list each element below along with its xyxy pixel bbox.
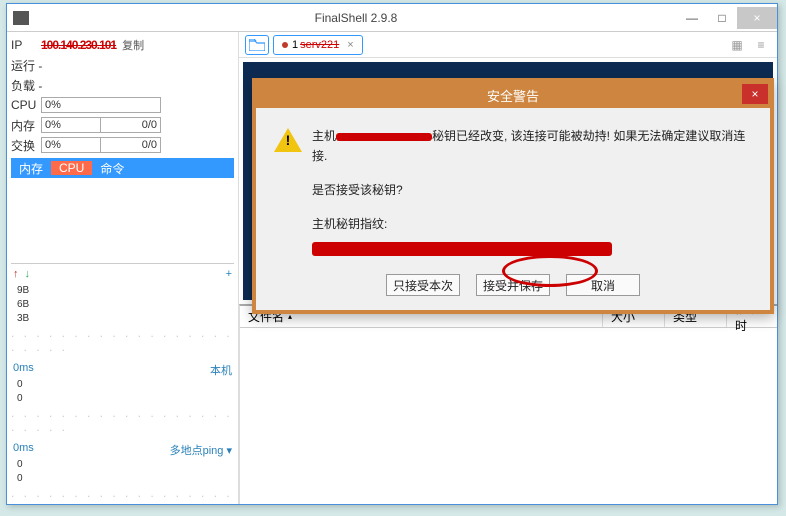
accept-and-save-button[interactable]: 接受并保存 xyxy=(476,274,550,296)
accept-once-button[interactable]: 只接受本次 xyxy=(386,274,460,296)
mem-pct: 0% xyxy=(41,117,101,133)
cpu-chart xyxy=(11,178,234,264)
maximize-button[interactable]: □ xyxy=(707,7,737,29)
window-title: FinalShell 2.9.8 xyxy=(35,11,677,25)
tab-cmd[interactable]: 命令 xyxy=(92,160,132,177)
ping2-label[interactable]: 多地点ping ▾ xyxy=(170,442,232,458)
load-label: 负载 - xyxy=(11,77,42,94)
run-label: 运行 - xyxy=(11,57,42,74)
sidebar-tabs: 内存 CPU 命令 xyxy=(11,158,234,178)
tab-close-button[interactable]: × xyxy=(347,39,353,51)
status-dot-icon xyxy=(282,42,288,48)
ip-label: IP xyxy=(11,38,41,52)
down-arrow-icon: ↓ xyxy=(25,268,31,280)
redacted-host xyxy=(336,133,432,141)
tabbar: 1 serv221 × ▦ ≡ xyxy=(239,32,777,58)
warning-icon xyxy=(274,128,302,154)
titlebar[interactable]: FinalShell 2.9.8 — □ × xyxy=(7,4,777,32)
cpu-label: CPU xyxy=(11,98,41,112)
mem-label: 内存 xyxy=(11,117,41,134)
mem-total: 0/0 xyxy=(101,117,161,133)
dialog-titlebar[interactable]: 安全警告 × xyxy=(256,82,770,108)
chart-dots: . . . . . . . . . . . . . . . . . . . . … xyxy=(11,326,234,354)
cpu-value: 0% xyxy=(41,97,161,113)
ping1-ms: 0ms xyxy=(13,362,34,378)
dialog-message: 主机秘钥已经改变, 该连接可能被劫持! 如果无法确定建议取消连接. 是否接受该秘… xyxy=(312,126,752,258)
folder-icon[interactable] xyxy=(245,35,269,55)
swap-label: 交换 xyxy=(11,137,41,154)
chevron-down-icon: ▾ xyxy=(226,445,232,457)
cancel-button[interactable]: 取消 xyxy=(566,274,640,296)
net-y-labels: 9B 6B 3B xyxy=(11,284,234,326)
redacted-fingerprint xyxy=(312,242,612,256)
tab-mem[interactable]: 内存 xyxy=(11,160,51,177)
swap-pct: 0% xyxy=(41,137,101,153)
dialog-title: 安全警告 xyxy=(487,86,539,105)
plus-button[interactable]: + xyxy=(226,268,232,280)
copy-button[interactable]: 复制 xyxy=(122,37,144,53)
tab-index: 1 xyxy=(292,39,298,51)
sidebar: IP 100.140.230.101 复制 运行 - 负载 - CPU 0% 内… xyxy=(7,32,239,504)
up-arrow-icon: ↑ xyxy=(13,268,19,280)
dialog-close-button[interactable]: × xyxy=(742,84,768,104)
ping1-label[interactable]: 本机 xyxy=(210,362,232,378)
file-pane-left: 文件名▴ 大小 类型 修改时 xyxy=(239,304,777,504)
ip-value: 100.140.230.101 xyxy=(41,38,116,52)
grid-view-icon[interactable]: ▦ xyxy=(727,37,747,53)
tab-name: serv221 xyxy=(300,39,339,51)
ping2-ms: 0ms xyxy=(13,442,34,458)
security-warning-dialog: 安全警告 × 主机秘钥已经改变, 该连接可能被劫持! 如果无法确定建议取消连接.… xyxy=(252,78,774,314)
list-view-icon[interactable]: ≡ xyxy=(751,37,771,53)
tab-cpu[interactable]: CPU xyxy=(51,161,92,175)
app-icon xyxy=(13,11,29,25)
swap-total: 0/0 xyxy=(101,137,161,153)
minimize-button[interactable]: — xyxy=(677,7,707,29)
close-button[interactable]: × xyxy=(737,7,777,29)
session-tab[interactable]: 1 serv221 × xyxy=(273,35,363,55)
